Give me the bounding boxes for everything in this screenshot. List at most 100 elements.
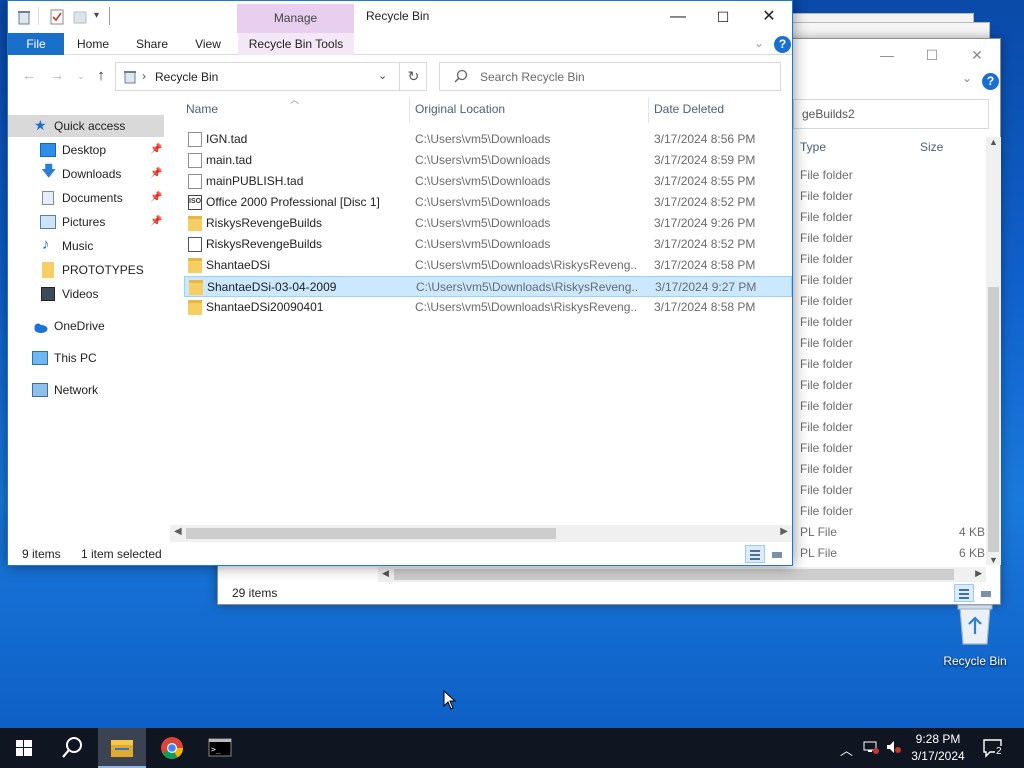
- table-row[interactable]: File folder: [800, 375, 985, 396]
- table-row[interactable]: File folder: [800, 312, 985, 333]
- desktop-icon-recycle-bin[interactable]: Recycle Bin: [940, 602, 1010, 668]
- maximize-button[interactable]: ☐: [921, 45, 943, 65]
- scroll-left-arrow-icon[interactable]: ◀: [174, 526, 182, 537]
- horizontal-scrollbar[interactable]: ◀ ▶: [170, 525, 792, 542]
- sidebar-item-music[interactable]: ♪ Music: [8, 235, 164, 257]
- table-row[interactable]: ShantaeDSi-03-04-2009 C:\Users\vm5\Downlo…: [184, 276, 792, 297]
- start-button[interactable]: [0, 728, 48, 768]
- tab-recycle-bin-tools[interactable]: Recycle Bin Tools: [238, 33, 354, 55]
- sidebar-item-pictures[interactable]: Pictures 📌: [8, 211, 164, 233]
- sidebar-item-desktop[interactable]: Desktop 📌: [8, 139, 164, 161]
- table-row[interactable]: File folder: [800, 459, 985, 480]
- pin-icon[interactable]: 📌: [150, 211, 162, 233]
- properties-icon[interactable]: [49, 9, 65, 25]
- up-arrow-icon[interactable]: ↑: [90, 66, 112, 86]
- table-row[interactable]: File folder: [800, 291, 985, 312]
- maximize-button[interactable]: ☐: [701, 5, 745, 29]
- scroll-left-arrow-icon[interactable]: ◀: [382, 568, 389, 579]
- close-button[interactable]: ✕: [747, 5, 791, 29]
- table-row[interactable]: File folder: [800, 165, 985, 186]
- scroll-up-arrow-icon[interactable]: ▲: [989, 137, 998, 147]
- tab-file[interactable]: File: [8, 33, 64, 55]
- table-row[interactable]: RiskysRevengeBuilds C:\Users\vm5\Download…: [184, 213, 792, 234]
- scroll-down-arrow-icon[interactable]: ▼: [989, 555, 998, 565]
- table-row[interactable]: File folder: [800, 270, 985, 291]
- table-row[interactable]: RiskysRevengeBuilds C:\Users\vm5\Download…: [184, 234, 792, 255]
- table-row[interactable]: File folder: [800, 249, 985, 270]
- table-row[interactable]: File folder: [800, 333, 985, 354]
- sidebar-item-onedrive[interactable]: OneDrive: [8, 315, 164, 337]
- scrollbar-thumb[interactable]: [186, 528, 556, 539]
- forward-arrow-icon[interactable]: →: [46, 66, 68, 86]
- scroll-right-arrow-icon[interactable]: ▶: [780, 526, 788, 537]
- recycle-bin-icon[interactable]: [16, 9, 32, 25]
- table-row[interactable]: File folder: [800, 207, 985, 228]
- pin-icon[interactable]: 📌: [150, 163, 162, 185]
- scroll-right-arrow-icon[interactable]: ▶: [975, 568, 982, 579]
- chevron-down-icon[interactable]: ⌄: [962, 71, 972, 85]
- sidebar-item-network[interactable]: Network: [8, 379, 164, 401]
- pin-icon[interactable]: 📌: [150, 187, 162, 209]
- column-header-name[interactable]: Name: [186, 102, 218, 116]
- search-input[interactable]: geBuilds2: [793, 99, 989, 129]
- action-center-button[interactable]: 2: [982, 737, 1006, 759]
- table-row[interactable]: PL File 4 KB: [800, 522, 985, 543]
- system-clock[interactable]: 9:28 PM 3/17/2024: [900, 731, 976, 765]
- table-row[interactable]: ShantaeDSi20090401 C:\Users\vm5\Downloads…: [184, 297, 792, 318]
- recycle-bin-window[interactable]: ▾ Manage Recycle Bin — ☐ ✕ File Home Sha…: [7, 0, 793, 566]
- table-row[interactable]: ISO Office 2000 Professional [Disc 1] C:\U…: [184, 192, 792, 213]
- taskbar-command-prompt[interactable]: >_: [196, 728, 244, 768]
- refresh-button[interactable]: ↻: [399, 63, 427, 90]
- minimize-button[interactable]: —: [656, 5, 700, 29]
- pin-icon[interactable]: 📌: [150, 139, 162, 161]
- customize-toolbar-chevron-icon[interactable]: ▾: [94, 10, 99, 21]
- network-status-icon[interactable]: [863, 740, 879, 757]
- table-row[interactable]: File folder: [800, 417, 985, 438]
- scrollbar-thumb[interactable]: [394, 569, 954, 580]
- table-row[interactable]: File folder: [800, 438, 985, 459]
- tab-share[interactable]: Share: [129, 33, 175, 55]
- search-button[interactable]: [48, 728, 96, 768]
- close-button[interactable]: ✕: [966, 45, 988, 65]
- sidebar-item-this-pc[interactable]: This PC: [8, 347, 164, 369]
- minimize-button[interactable]: —: [876, 45, 898, 65]
- address-dropdown-chevron-icon[interactable]: ⌄: [378, 69, 387, 82]
- sidebar-item-documents[interactable]: Documents 📌: [8, 187, 164, 209]
- horizontal-scrollbar[interactable]: ◀ ▶: [378, 567, 986, 582]
- sidebar-item-downloads[interactable]: 🡇 Downloads 📌: [8, 163, 164, 185]
- column-header-size[interactable]: Size: [920, 140, 943, 154]
- table-row[interactable]: File folder: [800, 354, 985, 375]
- search-input[interactable]: Search Recycle Bin: [439, 62, 781, 91]
- details-view-button[interactable]: [745, 545, 765, 563]
- sidebar-item-videos[interactable]: Videos: [8, 283, 164, 305]
- help-icon[interactable]: ?: [982, 73, 999, 90]
- help-icon[interactable]: ?: [774, 36, 791, 53]
- breadcrumb-separator-icon[interactable]: ›: [142, 69, 146, 83]
- taskbar-chrome[interactable]: [148, 728, 196, 768]
- expand-ribbon-chevron-icon[interactable]: ⌄: [754, 36, 764, 50]
- breadcrumb[interactable]: Recycle Bin: [155, 70, 218, 84]
- table-row[interactable]: PL File 6 KB: [800, 543, 985, 564]
- details-view-button[interactable]: [954, 584, 974, 602]
- table-row[interactable]: File folder: [800, 480, 985, 501]
- address-bar[interactable]: › Recycle Bin ⌄ ↻: [115, 62, 427, 91]
- column-header-date-deleted[interactable]: Date Deleted: [654, 102, 724, 116]
- sidebar-item-prototypes[interactable]: PROTOTYPES: [8, 259, 164, 281]
- table-row[interactable]: IGN.tad C:\Users\vm5\Downloads 3/17/2024 8…: [184, 129, 792, 150]
- tab-home[interactable]: Home: [71, 33, 115, 55]
- table-row[interactable]: ShantaeDSi C:\Users\vm5\Downloads\RiskysR…: [184, 255, 792, 276]
- table-row[interactable]: File folder: [800, 228, 985, 249]
- back-arrow-icon[interactable]: ←: [18, 66, 40, 86]
- table-row[interactable]: File folder: [800, 501, 985, 522]
- column-divider[interactable]: [409, 97, 410, 123]
- tab-view[interactable]: View: [187, 33, 229, 55]
- column-divider[interactable]: [648, 97, 649, 123]
- column-header-original-location[interactable]: Original Location: [415, 102, 505, 116]
- sidebar-item-quick-access[interactable]: ★ Quick access: [8, 115, 164, 137]
- new-folder-icon[interactable]: [72, 9, 88, 25]
- show-hidden-icons-chevron-icon[interactable]: ︿: [840, 740, 853, 759]
- large-icons-view-button[interactable]: [976, 584, 996, 602]
- table-row[interactable]: mainPUBLISH.tad C:\Users\vm5\Downloads 3/1…: [184, 171, 792, 192]
- scrollbar-thumb[interactable]: [988, 287, 999, 552]
- table-row[interactable]: File folder: [800, 396, 985, 417]
